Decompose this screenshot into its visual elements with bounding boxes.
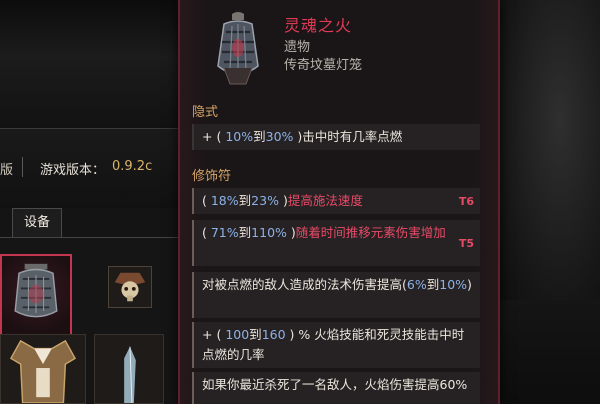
range-close: ) — [278, 193, 288, 208]
equipment-slot-offhand[interactable] — [94, 334, 164, 404]
modifier-affix: + ( 100到160 ) % 火焰技能和死灵技能击中时点燃的几率 — [192, 322, 480, 368]
range-min: 6% — [406, 277, 427, 292]
range-to: 到 — [253, 129, 266, 144]
version-value: 0.9.2c — [112, 159, 153, 174]
range-to: 到 — [238, 225, 252, 240]
equipment-slot-selected[interactable] — [0, 254, 72, 336]
range-max: 23% — [251, 193, 279, 208]
modifier-affix: 如果你最近杀死了一名敌人，火焰伤害提高60% — [192, 372, 480, 404]
implicit-section-label: 隐式 — [192, 105, 219, 120]
affix-text: 如果你最近杀死了一名敌人，火焰伤害提高60% — [202, 377, 468, 392]
modifier-affix: 对被点燃的敌人造成的法术伤害提高(6%到10%) — [192, 272, 480, 318]
range-min: 71% — [210, 225, 239, 240]
affix-text: 击中时有几率点燃 — [302, 129, 403, 144]
range-min: 18% — [210, 193, 239, 208]
modifier-affix: ( 18%到23% )提高施法速度 T6 — [192, 188, 480, 214]
equipment-grid — [0, 238, 178, 404]
tier-badge: T5 — [458, 237, 474, 250]
affix-text: 对被点燃的敌人造成的法术伤害提高( — [202, 277, 407, 292]
tab-row: 设备 — [0, 208, 178, 238]
tier-badge: T6 — [458, 195, 474, 208]
item-tooltip: 灵魂之火 遗物 传奇坟墓灯笼 隐式 + ( 10%到30% )击中时有几率点燃 … — [178, 0, 500, 404]
range-max: 110% — [251, 225, 287, 240]
background-right-lower — [500, 300, 600, 404]
range-min: 100 — [225, 327, 250, 342]
skull-relic-icon — [114, 272, 146, 302]
version-bar: 版 游戏版本： 0.9.2c — [0, 128, 178, 208]
range-close: ) — [286, 225, 296, 240]
soul-lantern-icon — [217, 10, 259, 85]
range-open: ( — [202, 193, 211, 208]
item-name: 灵魂之火 — [284, 16, 353, 35]
implicit-affix: + ( 10%到30% )击中时有几率点燃 — [192, 124, 480, 150]
version-label: 游戏版本： — [40, 163, 106, 178]
item-rarity: 传奇坟墓灯笼 — [284, 58, 363, 73]
range-close: ) — [467, 277, 472, 292]
armor-icon — [9, 339, 77, 403]
affix-text: 提高施法速度 — [287, 193, 363, 208]
crystal-icon — [124, 346, 136, 403]
background-right — [500, 0, 600, 300]
modifier-affix: ( 71%到110% )随着时间推移元素伤害增加 T5 — [192, 220, 480, 266]
affix-plus: + ( — [202, 129, 226, 144]
tab-equipment[interactable]: 设备 — [12, 208, 62, 238]
range-max: 160 — [261, 327, 286, 342]
range-to: 到 — [238, 193, 252, 208]
modifiers-section-label: 修饰符 — [192, 169, 232, 184]
lantern-slot-icon — [14, 263, 58, 318]
version-separator — [22, 157, 23, 177]
range-open: ( — [202, 225, 211, 240]
range-min: 10% — [225, 129, 254, 144]
version-prefix-text: 版 — [0, 163, 14, 178]
range-max: 10% — [439, 277, 468, 292]
affix-plus: + ( — [202, 327, 226, 342]
item-type: 遗物 — [284, 40, 311, 55]
equipment-slot-armor[interactable] — [0, 334, 86, 404]
range-to: 到 — [426, 277, 440, 292]
range-max: 30% — [265, 129, 294, 144]
range-close: ) — [293, 129, 303, 144]
equipment-slot-relic[interactable] — [108, 266, 152, 308]
affix-text: 随着时间推移元素伤害增加 — [295, 225, 446, 240]
range-to: 到 — [249, 327, 262, 342]
